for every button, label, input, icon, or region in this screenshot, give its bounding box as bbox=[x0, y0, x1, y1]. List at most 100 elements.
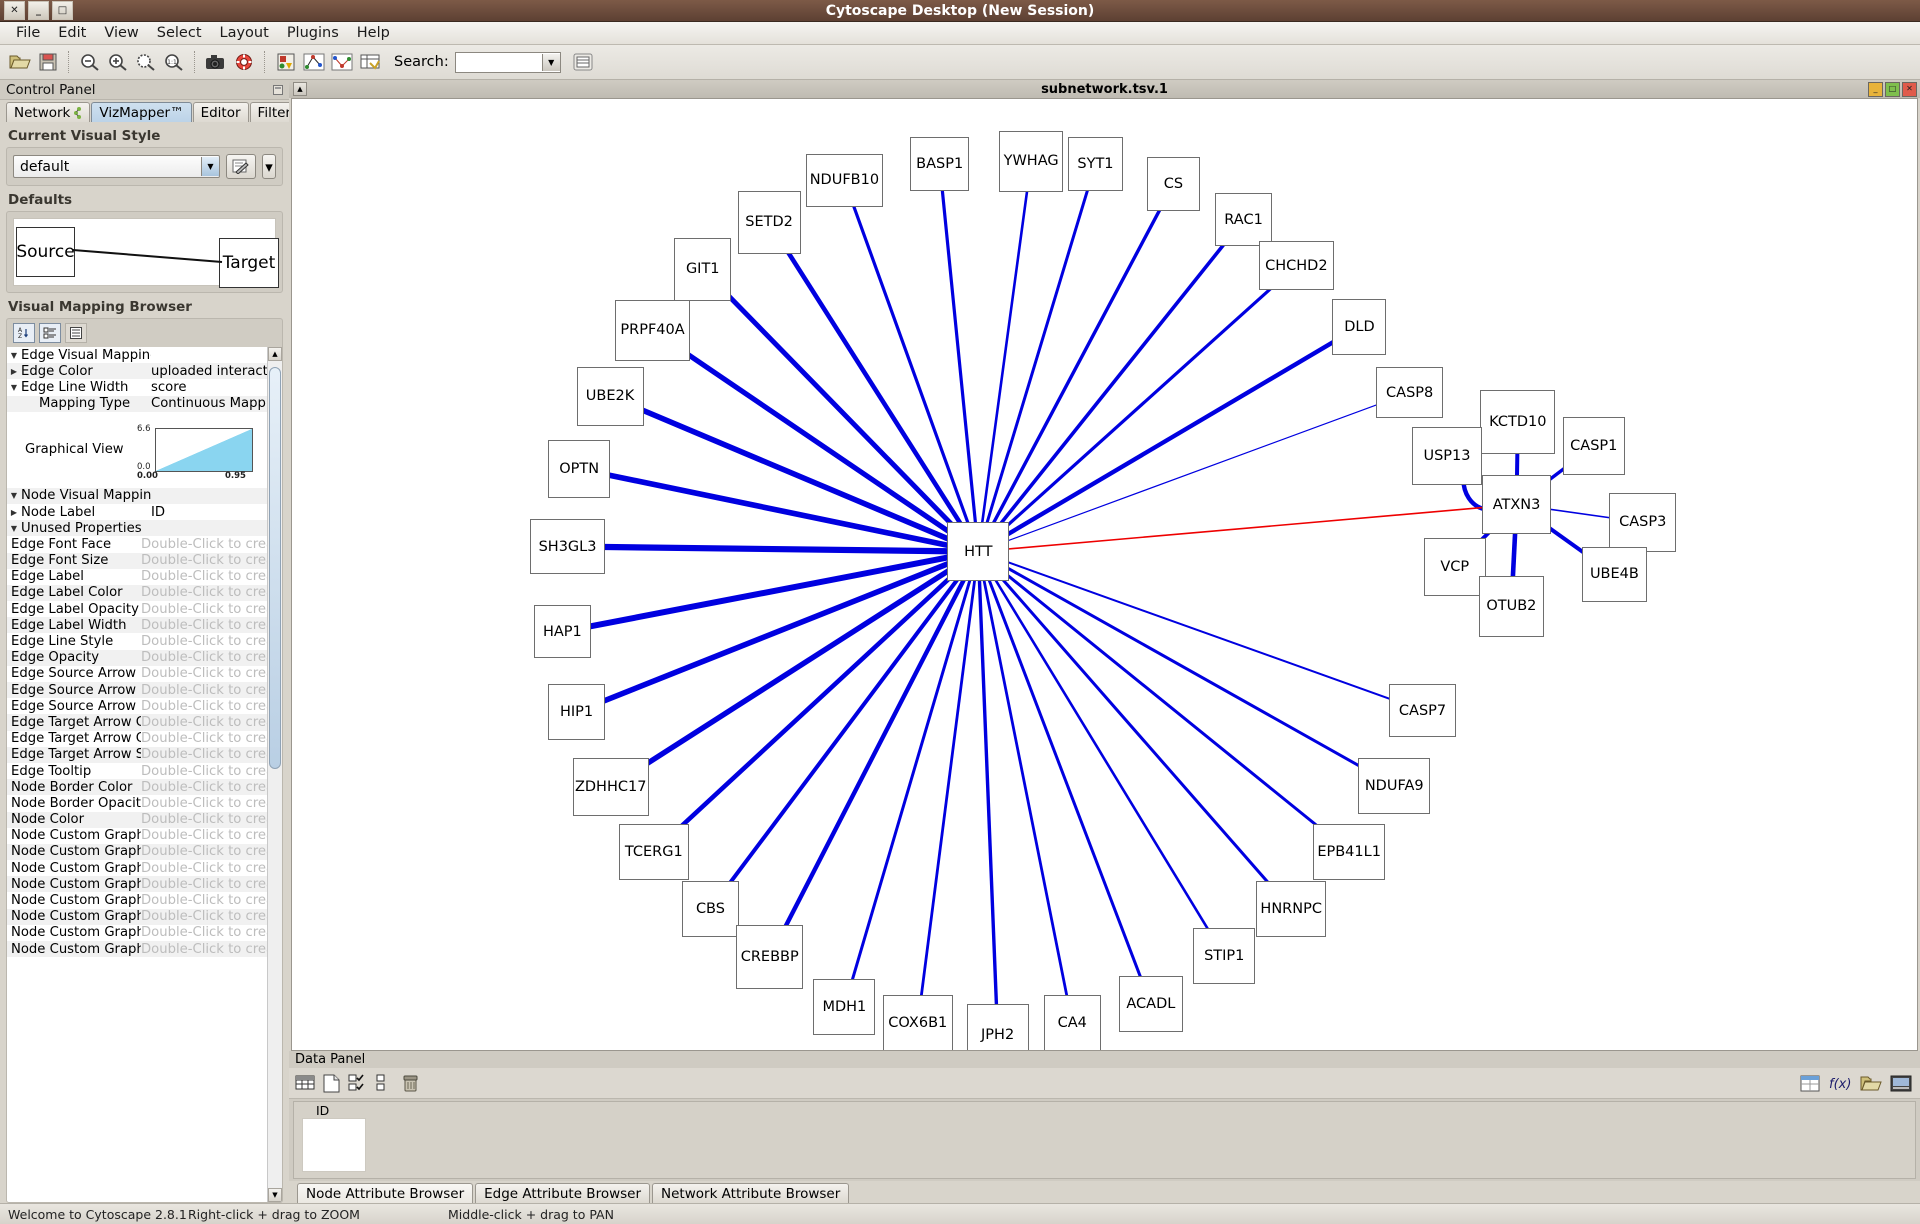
vmb-property-row[interactable]: Edge Target Arrow Op...Double-Click to c… bbox=[7, 731, 267, 747]
network-node[interactable]: ZDHHC17 bbox=[572, 757, 649, 817]
network-hub-node[interactable]: HTT bbox=[947, 522, 1010, 581]
search-dropdown-icon[interactable]: ▼ bbox=[541, 53, 560, 71]
network-node[interactable]: RAC1 bbox=[1215, 193, 1272, 247]
network-node[interactable]: MDH1 bbox=[813, 978, 876, 1035]
continuous-mapping-chart[interactable]: 6.6 0.0 0.00 0.95 bbox=[137, 424, 253, 481]
visual-style-edit-icon[interactable] bbox=[226, 154, 256, 179]
network-node[interactable]: UBE2K bbox=[576, 367, 644, 426]
network-node[interactable]: JPH2 bbox=[966, 1004, 1029, 1050]
vmb-property-row[interactable]: Edge Target Arrow Sh...Double-Click to c… bbox=[7, 746, 267, 763]
data-panel-empty-cell[interactable] bbox=[302, 1118, 366, 1172]
menu-view[interactable]: View bbox=[96, 23, 146, 43]
table-icon[interactable] bbox=[295, 1074, 315, 1092]
vmb-property-row[interactable]: Edge Label Color Double-Click to creat... bbox=[7, 584, 267, 602]
group-by-icon[interactable] bbox=[39, 323, 61, 343]
vmb-property-row[interactable]: Edge Opacity Double-Click to creat... bbox=[7, 649, 267, 666]
network-node[interactable]: HNRNPC bbox=[1256, 880, 1326, 937]
vmb-property-row[interactable]: Node Border OpacityDouble-Click to creat… bbox=[7, 795, 267, 811]
new-document-icon[interactable] bbox=[323, 1074, 340, 1093]
window-maximize-button[interactable]: □ bbox=[52, 1, 73, 20]
network-node[interactable]: OPTN bbox=[548, 439, 611, 499]
tab-network[interactable]: Network bbox=[6, 102, 91, 122]
vmb-property-row[interactable]: Node Custom Graphic...Double-Click to cr… bbox=[7, 828, 267, 844]
vmb-group-row[interactable]: ▼ Unused Properties bbox=[7, 520, 267, 537]
menu-plugins[interactable]: Plugins bbox=[279, 23, 347, 43]
search-run-icon[interactable] bbox=[569, 48, 597, 76]
visual-style-select[interactable]: default ▼ bbox=[13, 155, 220, 178]
sort-az-icon[interactable]: AZ bbox=[13, 323, 35, 343]
vmb-property-row[interactable]: Node Custom Graphic...Double-Click to cr… bbox=[7, 941, 267, 958]
network-node[interactable]: CASP8 bbox=[1376, 367, 1444, 419]
save-icon[interactable] bbox=[34, 48, 62, 76]
vmb-property-row[interactable]: Edge Label OpacityDouble-Click to creat.… bbox=[7, 601, 267, 617]
vmb-property-row[interactable]: Edge Source Arrow Co...Double-Click to c… bbox=[7, 666, 267, 682]
network-node[interactable]: HAP1 bbox=[534, 605, 591, 659]
menu-file[interactable]: File bbox=[8, 23, 48, 43]
twisty-icon[interactable]: ▼ bbox=[7, 351, 21, 360]
vmb-property-row[interactable]: Edge Line Style Double-Click to creat... bbox=[7, 633, 267, 649]
tab-vizmapper[interactable]: VizMapper™ bbox=[91, 102, 192, 122]
network-node[interactable]: BASP1 bbox=[910, 137, 970, 191]
menu-edit[interactable]: Edit bbox=[50, 23, 94, 43]
vmb-property-row[interactable]: Node Custom Graphic...Double-Click to cr… bbox=[7, 843, 267, 861]
network-node[interactable]: OTUB2 bbox=[1479, 575, 1544, 637]
network-node[interactable]: YWHAG bbox=[998, 130, 1064, 192]
menu-layout[interactable]: Layout bbox=[212, 23, 277, 43]
defaults-preview[interactable]: Source Target bbox=[13, 218, 279, 288]
control-panel-float-icon[interactable] bbox=[273, 84, 289, 95]
network-node[interactable]: DLD bbox=[1332, 298, 1387, 355]
zoom-out-icon[interactable] bbox=[76, 48, 104, 76]
vmb-property-row[interactable]: Edge Font Size Double-Click to creat... bbox=[7, 552, 267, 569]
vmb-property-row[interactable]: ▶ Node Label ID bbox=[7, 504, 267, 520]
network-overview-1-icon[interactable] bbox=[300, 48, 328, 76]
network-node[interactable]: SYT1 bbox=[1068, 137, 1123, 191]
tab-node-attribute-browser[interactable]: Node Attribute Browser bbox=[297, 1183, 474, 1203]
network-node[interactable]: USP13 bbox=[1412, 427, 1482, 486]
menu-select[interactable]: Select bbox=[149, 23, 210, 43]
network-node[interactable]: CA4 bbox=[1043, 995, 1101, 1050]
network-node[interactable]: PRPF40A bbox=[615, 299, 690, 361]
network-node[interactable]: CASP3 bbox=[1609, 493, 1677, 552]
network-node[interactable]: NDUFB10 bbox=[805, 153, 884, 208]
vmb-property-row[interactable]: Mapping Type Continuous Mapping bbox=[7, 395, 267, 412]
vmb-property-row[interactable]: Node Border Color Double-Click to creat..… bbox=[7, 779, 267, 796]
zoom-selected-icon[interactable] bbox=[132, 48, 160, 76]
scroll-up-icon[interactable]: ▲ bbox=[268, 347, 282, 361]
vmb-property-row[interactable]: Node Custom Graphic...Double-Click to cr… bbox=[7, 860, 267, 876]
zoom-in-icon[interactable] bbox=[104, 48, 132, 76]
tab-editor[interactable]: Editor bbox=[192, 102, 249, 122]
twisty-icon[interactable]: ▶ bbox=[7, 367, 21, 376]
vmb-property-row[interactable]: Node Custom Graphic...Double-Click to cr… bbox=[7, 908, 267, 925]
twisty-icon[interactable]: ▶ bbox=[7, 508, 21, 517]
vmb-row-list[interactable]: ▼ Edge Visual Mapping ▶ Edge Color uploaded … bbox=[7, 347, 282, 1202]
search-input[interactable]: ▼ bbox=[454, 51, 561, 73]
network-node[interactable]: CREBBP bbox=[736, 925, 804, 989]
vmb-scrollbar[interactable]: ▲ ▼ bbox=[267, 347, 282, 1202]
lifesaver-help-icon[interactable] bbox=[230, 48, 258, 76]
deselect-icon[interactable] bbox=[376, 1074, 388, 1092]
open-folder-icon[interactable] bbox=[6, 48, 34, 76]
network-node[interactable]: CBS bbox=[682, 880, 739, 937]
network-node[interactable]: KCTD10 bbox=[1480, 390, 1556, 454]
visual-style-menu-icon[interactable]: ▾ bbox=[262, 154, 276, 179]
window-close-button[interactable]: ✕ bbox=[4, 1, 25, 20]
vmb-property-row[interactable]: Edge Label Double-Click to creat... bbox=[7, 569, 267, 585]
network-node[interactable]: VCP bbox=[1423, 537, 1486, 597]
vmb-property-row[interactable]: Node Color Double-Click to creat... bbox=[7, 811, 267, 828]
vmb-property-row[interactable]: Edge Target Arrow Col...Double-Click to … bbox=[7, 714, 267, 731]
twisty-icon[interactable]: ▼ bbox=[7, 383, 21, 392]
vmb-property-row[interactable]: Edge Source Arrow Sh...Double-Click to c… bbox=[7, 698, 267, 714]
vmb-property-row[interactable]: Edge Tooltip Double-Click to creat... bbox=[7, 763, 267, 779]
vmb-property-row[interactable]: ▶Edge Color uploaded interaction bbox=[7, 363, 267, 380]
network-hub-node[interactable]: ATXN3 bbox=[1481, 475, 1552, 534]
window-minimize-button[interactable]: _ bbox=[28, 1, 49, 20]
network-overview-2-icon[interactable] bbox=[328, 48, 356, 76]
vmb-group-row[interactable]: ▼ Node Visual Mapping bbox=[7, 487, 267, 504]
vmb-property-row[interactable]: Node Custom Graphic...Double-Click to cr… bbox=[7, 876, 267, 893]
import-table-icon[interactable] bbox=[1800, 1075, 1820, 1092]
network-node[interactable]: HIP1 bbox=[548, 683, 605, 740]
menu-help[interactable]: Help bbox=[349, 23, 398, 43]
network-node[interactable]: EPB41L1 bbox=[1313, 823, 1386, 880]
vmb-property-row[interactable]: ▼ Edge Line Width score bbox=[7, 379, 267, 395]
tab-network-attribute-browser[interactable]: Network Attribute Browser bbox=[652, 1183, 850, 1203]
